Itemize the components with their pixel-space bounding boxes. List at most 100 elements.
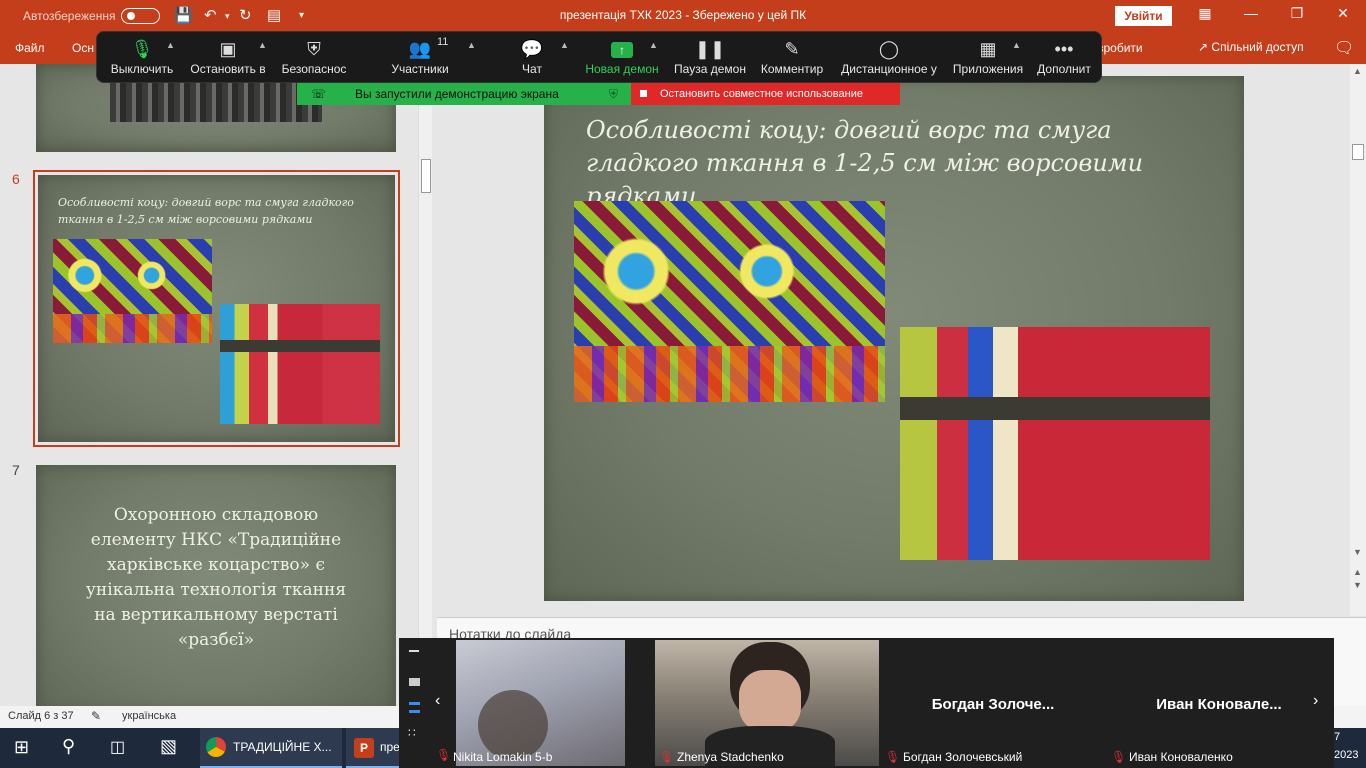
- editor-scrollbar[interactable]: ▲ ▼ ▲ ▼: [1350, 64, 1366, 616]
- more-icon: •••: [1054, 39, 1074, 59]
- participants-label: Участники: [391, 62, 449, 76]
- stop-video-button[interactable]: ▣ Остановить в: [189, 32, 267, 84]
- powerpoint-window-label: пре: [380, 740, 400, 754]
- muted-mic-icon: 🎙: [436, 748, 452, 762]
- language-indicator[interactable]: українська: [122, 710, 176, 722]
- shield-check-icon: ⛨: [609, 87, 619, 101]
- security-button[interactable]: ⛨ Безопаснос: [277, 32, 351, 84]
- slide-thumbnail-pane: 6 Особливості коцу: довгий ворс та смуга…: [0, 64, 418, 706]
- minimize-icon[interactable]: —: [1236, 5, 1266, 21]
- tab-record[interactable]: зробити: [1098, 41, 1143, 55]
- ribbon-display-icon[interactable]: ▦: [1190, 5, 1220, 22]
- video-tile[interactable]: 🎙 Nikita Lomakin 5-b: [436, 640, 625, 766]
- minimize-strip-icon[interactable]: [409, 650, 419, 652]
- thumbnail-number: 6: [12, 171, 20, 187]
- thumbnail-text: Охоронною складовою елементу НКС «Традиц…: [85, 505, 347, 650]
- participant-display-name: Иван Коновале...: [1156, 696, 1282, 713]
- chevron-left-icon[interactable]: ‹: [435, 692, 440, 710]
- task-view-icon[interactable]: ◫: [110, 737, 125, 757]
- gallery-view-icon[interactable]: ∷: [408, 726, 416, 740]
- chat-button[interactable]: 💬 Чат: [509, 32, 555, 84]
- phone-icon: ☏: [311, 87, 327, 101]
- pause-icon: ❚❚: [694, 39, 726, 59]
- thumbnail-rug-image-1: [53, 239, 212, 343]
- search-icon[interactable]: ⚲: [62, 736, 75, 757]
- strip-view-icon[interactable]: [409, 702, 420, 713]
- spellcheck-icon[interactable]: ✎: [91, 709, 101, 723]
- clock-date: 2023: [1334, 749, 1359, 761]
- signin-button[interactable]: Увійти: [1115, 6, 1172, 26]
- shield-icon: ⛨: [307, 39, 321, 59]
- more-label: Дополнит: [1037, 62, 1091, 76]
- zoom-video-strip: ∷ ‹ 🎙 Nikita Lomakin 5-b 🎙 Zhenya Stadch…: [399, 638, 1334, 768]
- chevron-up-icon[interactable]: ▲: [467, 40, 476, 50]
- scroll-down-icon[interactable]: ▼: [1353, 547, 1362, 557]
- mouse-icon: ◯: [878, 39, 900, 59]
- chrome-window-label: ТРАДИЦІЙНЕ Х...: [233, 740, 332, 754]
- remote-control-button[interactable]: ◯ Дистанционное у: [837, 32, 941, 84]
- pause-share-label: Пауза демон: [674, 62, 746, 76]
- scrollbar-thumb[interactable]: [421, 159, 431, 193]
- windows-start-icon[interactable]: ⊞: [14, 737, 29, 758]
- participant-name: Nikita Lomakin 5-b: [453, 750, 553, 764]
- scroll-up-icon[interactable]: ▲: [1353, 66, 1362, 76]
- new-share-label: Новая демон: [585, 62, 659, 76]
- mute-label: Выключить: [110, 62, 174, 76]
- thumbnail-slide-7[interactable]: Охоронною складовою елементу НКС «Традиц…: [36, 465, 396, 706]
- chevron-right-icon[interactable]: ›: [1313, 692, 1318, 710]
- pause-share-button[interactable]: ❚❚ Пауза демон: [671, 32, 749, 84]
- chevron-up-icon[interactable]: ▲: [166, 40, 175, 50]
- chat-label: Чат: [522, 62, 542, 76]
- thumbnail-title: Особливості коцу: довгий ворс та смуга г…: [58, 196, 354, 226]
- muted-mic-icon: 🎙: [885, 750, 901, 764]
- participant-face: [739, 670, 801, 732]
- powerpoint-icon: P: [354, 738, 374, 758]
- muted-mic-icon: 🎙: [1111, 750, 1127, 764]
- chevron-up-icon[interactable]: ▲: [1012, 40, 1021, 50]
- share-label: Спільний доступ: [1211, 40, 1304, 54]
- tab-home[interactable]: Осн: [72, 41, 94, 55]
- video-tile[interactable]: Богдан Золоче... 🎙 Богдан Золочевський: [881, 640, 1105, 766]
- tab-file[interactable]: Файл: [15, 41, 45, 55]
- participant-display-name: Богдан Золоче...: [931, 696, 1055, 713]
- thumbnail-number: 7: [12, 462, 20, 478]
- stop-share-label: Остановить совместное использование: [660, 88, 863, 100]
- share-button[interactable]: ↗ Спільний доступ: [1198, 40, 1304, 54]
- participant-name: Богдан Золочевський: [903, 750, 1023, 764]
- chevron-up-icon[interactable]: ▲: [649, 40, 658, 50]
- pencil-icon: ✎: [784, 39, 800, 59]
- next-slide-icon[interactable]: ▼: [1353, 580, 1362, 590]
- thumbnail-scrollbar[interactable]: [418, 64, 432, 706]
- thumbnail-selected-frame[interactable]: Особливості коцу: довгий ворс та смуга г…: [33, 170, 400, 447]
- stop-share-button[interactable]: Остановить совместное использование: [631, 83, 900, 105]
- participant-name: Иван Коноваленко: [1129, 750, 1233, 764]
- taskbar-powerpoint-window[interactable]: P пре: [346, 728, 402, 768]
- more-button[interactable]: ••• Дополнит: [1031, 32, 1097, 84]
- title-bar: Автозбереження 💾 ↶ ▾ ↻ ▤ ▾ презентація Т…: [0, 0, 1366, 32]
- chevron-up-icon[interactable]: ▲: [560, 40, 569, 50]
- prev-slide-icon[interactable]: ▲: [1353, 567, 1362, 577]
- video-camera-icon: ▣: [219, 39, 237, 59]
- clock-time: 7: [1334, 731, 1341, 743]
- share-icon: ↗: [1198, 40, 1209, 54]
- rug-pattern-image[interactable]: [574, 201, 885, 402]
- rug-pile-image[interactable]: [900, 327, 1210, 560]
- scrollbar-thumb[interactable]: [1352, 144, 1364, 160]
- speaker-view-icon[interactable]: [409, 678, 420, 686]
- video-tile[interactable]: Иван Коновале... 🎙 Иван Коноваленко: [1107, 640, 1331, 766]
- comments-icon[interactable]: 🗨: [1334, 38, 1354, 58]
- annotate-button[interactable]: ✎ Комментир: [757, 32, 827, 84]
- calculator-icon[interactable]: ▧: [160, 736, 177, 757]
- muted-mic-icon: 🎙: [659, 750, 675, 764]
- restore-icon[interactable]: ❐: [1282, 5, 1312, 22]
- security-label: Безопаснос: [281, 62, 347, 76]
- share-status-text: Вы запустили демонстрацию экрана: [355, 87, 559, 101]
- slide-title[interactable]: Особливості коцу: довгий ворс та смуга г…: [586, 114, 1206, 213]
- video-tile[interactable]: 🎙 Zhenya Stadchenko: [655, 640, 879, 766]
- chevron-up-icon[interactable]: ▲: [258, 40, 267, 50]
- taskbar-chrome-window[interactable]: ТРАДИЦІЙНЕ Х...: [200, 728, 342, 768]
- remote-control-label: Дистанционное у: [841, 62, 937, 76]
- close-icon[interactable]: ✕: [1328, 5, 1358, 22]
- main-slide[interactable]: Особливості коцу: довгий ворс та смуга г…: [544, 76, 1244, 601]
- stop-video-label: Остановить в: [190, 62, 266, 76]
